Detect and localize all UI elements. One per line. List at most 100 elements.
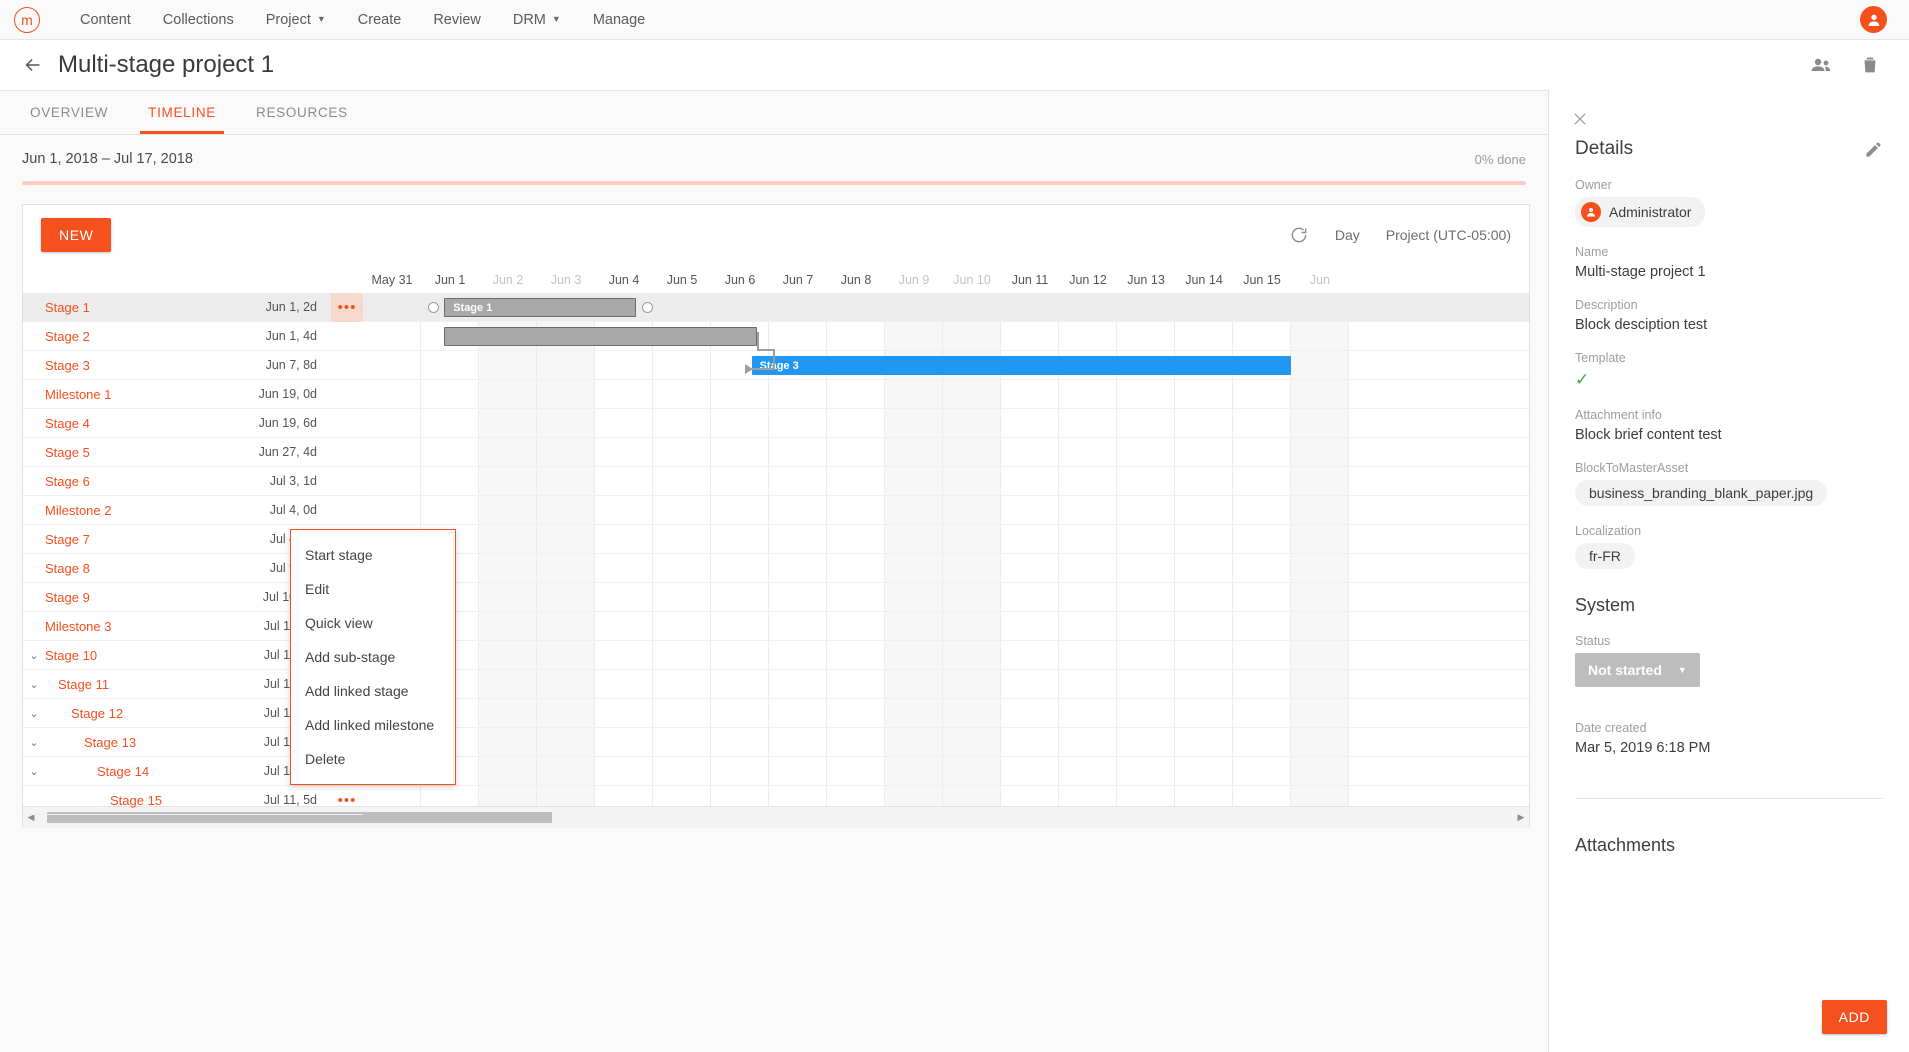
date-header-cell: Jun 13: [1127, 273, 1165, 287]
task-name[interactable]: Milestone 1: [45, 387, 111, 402]
chevron-down-icon[interactable]: ⌄: [23, 736, 45, 749]
task-name[interactable]: Stage 15: [110, 793, 162, 808]
task-name[interactable]: Stage 1: [45, 300, 90, 315]
details-title: Details: [1575, 138, 1634, 159]
task-list-row[interactable]: Stage 1 Jun 1, 2d •••: [23, 292, 363, 322]
tab-resources[interactable]: RESOURCES: [248, 105, 356, 134]
trash-icon[interactable]: [1859, 54, 1881, 76]
date-header-cell: Jun 6: [724, 273, 756, 287]
task-name[interactable]: Stage 5: [45, 445, 90, 460]
context-menu-item-add-linked-milestone[interactable]: Add linked milestone: [291, 708, 455, 742]
task-list-row[interactable]: Stage 15 Jul 11, 5d •••: [23, 786, 363, 815]
task-list-row[interactable]: Stage 6 Jul 3, 1d: [23, 467, 363, 496]
pencil-icon[interactable]: [1864, 140, 1883, 159]
task-name[interactable]: Stage 11: [58, 677, 109, 692]
nav-item-label: Manage: [592, 11, 646, 28]
tab-timeline[interactable]: TIMELINE: [140, 105, 224, 134]
task-name[interactable]: Stage 10: [45, 648, 97, 663]
context-menu-item-quick-view[interactable]: Quick view: [291, 606, 455, 640]
nav-item-content[interactable]: Content: [64, 0, 147, 40]
page-header: Multi-stage project 1: [0, 40, 1909, 90]
gantt-bar[interactable]: Stage 3: [751, 356, 1291, 375]
people-icon[interactable]: [1809, 53, 1833, 77]
app-logo[interactable]: m: [14, 6, 40, 33]
task-name[interactable]: Stage 3: [45, 358, 90, 373]
refresh-icon[interactable]: [1289, 225, 1309, 245]
row-more-actions-icon[interactable]: •••: [331, 292, 363, 322]
task-name[interactable]: Milestone 2: [45, 503, 111, 518]
page-title: Multi-stage project 1: [58, 51, 275, 78]
task-name[interactable]: Stage 4: [45, 416, 90, 431]
timescale-selector[interactable]: Day: [1335, 227, 1360, 243]
date-header-cell: Jun 1: [434, 273, 466, 287]
task-name[interactable]: Stage 8: [45, 561, 90, 576]
chevron-down-icon[interactable]: ⌄: [23, 678, 45, 691]
gantt-body: May 31 Jun 1 Jun 2 Jun 3 Jun 4 Jun 5 Jun 6 Jun …: [23, 265, 1529, 828]
date-created-field: Date created Mar 5, 2019 6:18 PM: [1575, 721, 1883, 756]
status-dropdown[interactable]: Not started ▼: [1575, 653, 1700, 687]
nav-item-review[interactable]: Review: [417, 0, 497, 40]
avatar: [1581, 202, 1601, 222]
task-date: Jul 3, 1d: [269, 474, 317, 488]
task-name[interactable]: Stage 13: [84, 735, 136, 750]
task-name[interactable]: Stage 14: [97, 764, 149, 779]
nav-item-project[interactable]: Project ▼: [250, 0, 342, 40]
status-label: Status: [1575, 634, 1611, 648]
task-list-row[interactable]: Stage 4 Jun 19, 6d: [23, 409, 363, 438]
gantt-bar[interactable]: Stage 1: [444, 298, 636, 317]
owner-name: Administrator: [1609, 204, 1692, 220]
task-date: Jun 1, 2d: [265, 300, 317, 314]
new-button[interactable]: NEW: [41, 218, 112, 252]
context-menu-item-start-stage[interactable]: Start stage: [291, 538, 455, 572]
task-name[interactable]: Stage 6: [45, 474, 90, 489]
detail-field-label: Name: [1575, 245, 1609, 259]
chevron-down-icon[interactable]: ⌄: [23, 707, 45, 720]
back-arrow-icon[interactable]: [20, 52, 46, 78]
scroll-right-arrow[interactable]: ▶: [1513, 812, 1529, 823]
gantt-bar[interactable]: [444, 327, 758, 346]
task-list-row[interactable]: Stage 3 Jun 7, 8d: [23, 351, 363, 380]
date-header-cell: Jun 15: [1243, 273, 1281, 287]
date-header-cell: Jun 3: [550, 273, 582, 287]
context-menu-item-add-linked-stage[interactable]: Add linked stage: [291, 674, 455, 708]
context-menu-item-edit[interactable]: Edit: [291, 572, 455, 606]
nav-item-label: Create: [357, 11, 402, 28]
grid-row: [363, 670, 1529, 699]
task-name[interactable]: Stage 2: [45, 329, 90, 344]
main-content: OVERVIEW TIMELINE RESOURCES Jun 1, 2018 – …: [0, 90, 1548, 1052]
nav-item-collections[interactable]: Collections: [147, 0, 250, 40]
grid-row: [363, 757, 1529, 786]
task-list-row[interactable]: Stage 5 Jun 27, 4d: [23, 438, 363, 467]
timezone-selector[interactable]: Project (UTC-05:00): [1386, 227, 1511, 243]
tab-overview[interactable]: OVERVIEW: [22, 105, 116, 134]
owner-chip[interactable]: Administrator: [1575, 197, 1706, 227]
task-list-row[interactable]: Milestone 1 Jun 19, 0d: [23, 380, 363, 409]
task-list-row[interactable]: Stage 2 Jun 1, 4d: [23, 322, 363, 351]
task-list-row[interactable]: Milestone 2 Jul 4, 0d: [23, 496, 363, 525]
value-chip[interactable]: business_branding_blank_paper.jpg: [1575, 480, 1828, 506]
context-menu-item-add-sub-stage[interactable]: Add sub-stage: [291, 640, 455, 674]
task-name[interactable]: Stage 7: [45, 532, 90, 547]
nav-item-drm[interactable]: DRM ▼: [497, 0, 577, 40]
context-menu-item-delete[interactable]: Delete: [291, 742, 455, 776]
sidebar-divider: [1575, 798, 1883, 799]
chevron-down-icon[interactable]: ⌄: [23, 649, 45, 662]
task-name[interactable]: Stage 9: [45, 590, 90, 605]
project-progress-bar: [22, 181, 1526, 185]
add-attachment-button[interactable]: ADD: [1821, 1000, 1887, 1034]
stage-context-menu[interactable]: Start stage Edit Quick view Add sub-stage Ad…: [290, 529, 456, 785]
task-name[interactable]: Milestone 3: [45, 619, 111, 634]
gantt-bar-handle[interactable]: [641, 302, 653, 313]
detail-field: Template ✓: [1575, 351, 1883, 390]
value-chip[interactable]: fr-FR: [1575, 543, 1635, 569]
app-root: m Content Collections Project ▼ Create Review…: [0, 0, 1909, 1052]
row-more-actions-icon[interactable]: •••: [331, 793, 363, 808]
close-icon[interactable]: [1571, 110, 1589, 133]
nav-item-create[interactable]: Create: [342, 0, 418, 40]
attachments-section-title: Attachments: [1575, 835, 1676, 855]
nav-item-manage[interactable]: Manage: [577, 0, 661, 40]
task-name[interactable]: Stage 12: [71, 706, 123, 721]
task-date: Jun 19, 0d: [258, 387, 317, 401]
user-avatar[interactable]: [1860, 6, 1887, 33]
chevron-down-icon[interactable]: ⌄: [23, 765, 45, 778]
